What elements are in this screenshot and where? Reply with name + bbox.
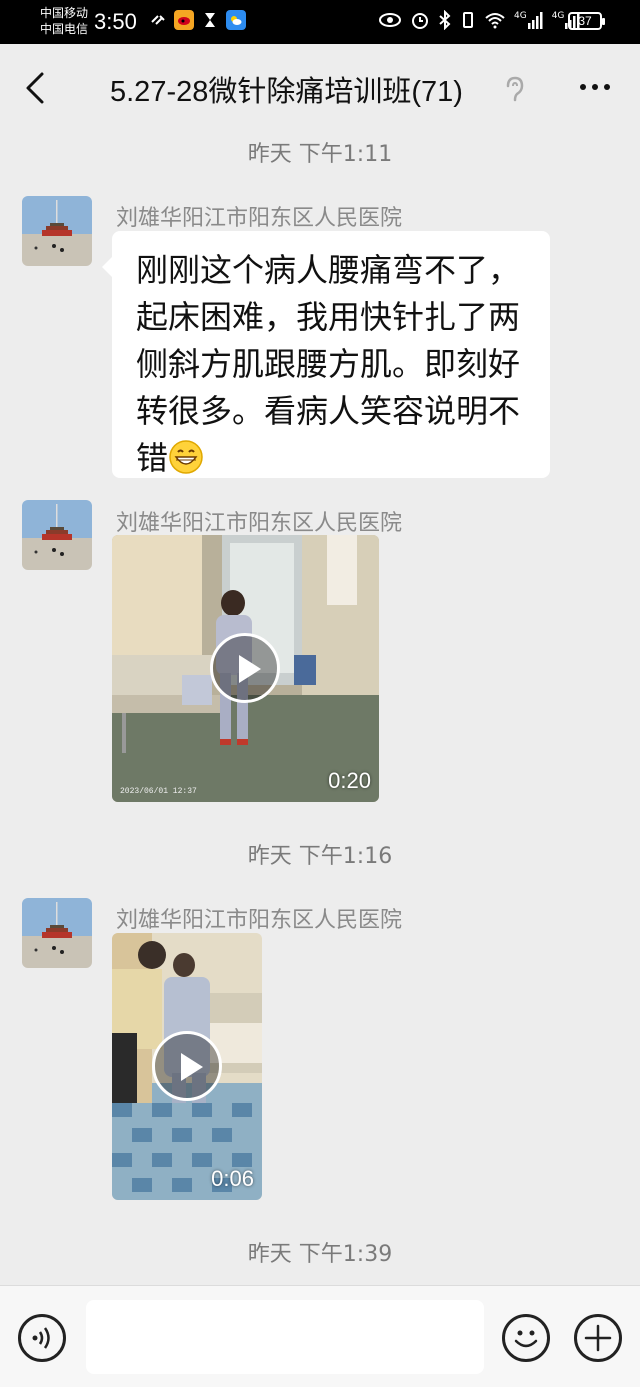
- message-input[interactable]: [86, 1300, 484, 1374]
- chat-title: 5.27-28微针除痛培训班(71): [110, 76, 463, 108]
- system-icons: 4G 4G: [378, 10, 581, 30]
- play-button[interactable]: [210, 633, 280, 703]
- status-bar: 中国移动 中国电信 3:50 4G 4G 37: [0, 0, 640, 44]
- back-button[interactable]: [18, 68, 54, 108]
- sender-name: 刘雄华阳江市阳东区人民医院: [116, 908, 403, 933]
- more-options-button[interactable]: [580, 84, 610, 90]
- carrier-2: 中国电信: [40, 22, 89, 36]
- voice-input-button[interactable]: [18, 1314, 66, 1362]
- text-message-bubble[interactable]: 刚刚这个病人腰痛弯不了， 起床困难，我用快针扎了两 侧斜方肌跟腰方肌。即刻好 转…: [102, 231, 550, 478]
- message-line: 刚刚这个病人腰痛弯不了，: [136, 251, 521, 289]
- avatar[interactable]: [22, 898, 92, 968]
- dot: [580, 84, 586, 90]
- dot: [592, 84, 598, 90]
- chat-input-bar: [0, 1285, 640, 1387]
- carrier-labels: 中国移动 中国电信: [40, 5, 88, 37]
- avatar[interactable]: [22, 500, 92, 570]
- grinning-emoji-icon: [169, 440, 203, 474]
- weibo-icon: [174, 10, 194, 30]
- signal-1-icon: 4G: [514, 11, 544, 29]
- avatar[interactable]: [22, 196, 92, 266]
- video-duration: 0:06: [211, 1166, 254, 1191]
- link-icon: [151, 15, 165, 25]
- hourglass-icon: [205, 13, 215, 27]
- emoji-button[interactable]: [502, 1314, 550, 1362]
- message-line: 起床困难，我用快针扎了两: [136, 298, 521, 336]
- eye-icon: [379, 13, 401, 27]
- carrier-1: 中国移动: [40, 6, 89, 20]
- wifi-icon: [485, 13, 505, 29]
- voice-icon: [32, 1327, 50, 1349]
- message-line: 转很多。看病人笑容说明不: [136, 392, 521, 430]
- chat-header: 5.27-28微针除痛培训班(71): [0, 44, 640, 132]
- network-type-2: 4G: [551, 11, 565, 21]
- bluetooth-icon: [439, 10, 451, 30]
- more-functions-button[interactable]: [574, 1314, 622, 1362]
- video-date-stamp: 2023/06/01 12:37: [120, 787, 197, 796]
- message-timestamp: 昨天 下午1:39: [247, 1242, 393, 1267]
- notification-icons: [148, 10, 246, 30]
- weather-icon: [226, 10, 246, 30]
- video-message[interactable]: 0:20 2023/06/01 12:37: [112, 535, 379, 802]
- message-line: 侧斜方肌跟腰方肌。即刻好: [136, 345, 521, 383]
- message-timestamp: 昨天 下午1:16: [247, 844, 393, 869]
- sender-name: 刘雄华阳江市阳东区人民医院: [116, 511, 403, 536]
- clock: 3:50: [94, 9, 137, 34]
- alarm-icon: [412, 13, 428, 29]
- video-message[interactable]: 0:06: [112, 933, 262, 1200]
- message-timestamp: 昨天 下午1:11: [247, 142, 393, 167]
- earpiece-mode-icon: [500, 74, 528, 108]
- play-button[interactable]: [152, 1031, 222, 1101]
- chevron-left-icon: [26, 72, 44, 104]
- battery-icon: 37: [568, 12, 605, 30]
- vibrate-icon: [463, 12, 473, 28]
- message-line: 错: [136, 439, 169, 477]
- video-duration: 0:20: [328, 768, 371, 793]
- plus-icon: [584, 1324, 612, 1352]
- sender-name: 刘雄华阳江市阳东区人民医院: [116, 206, 403, 231]
- network-type-1: 4G: [514, 11, 527, 21]
- smiley-icon: [514, 1330, 538, 1348]
- dot: [604, 84, 610, 90]
